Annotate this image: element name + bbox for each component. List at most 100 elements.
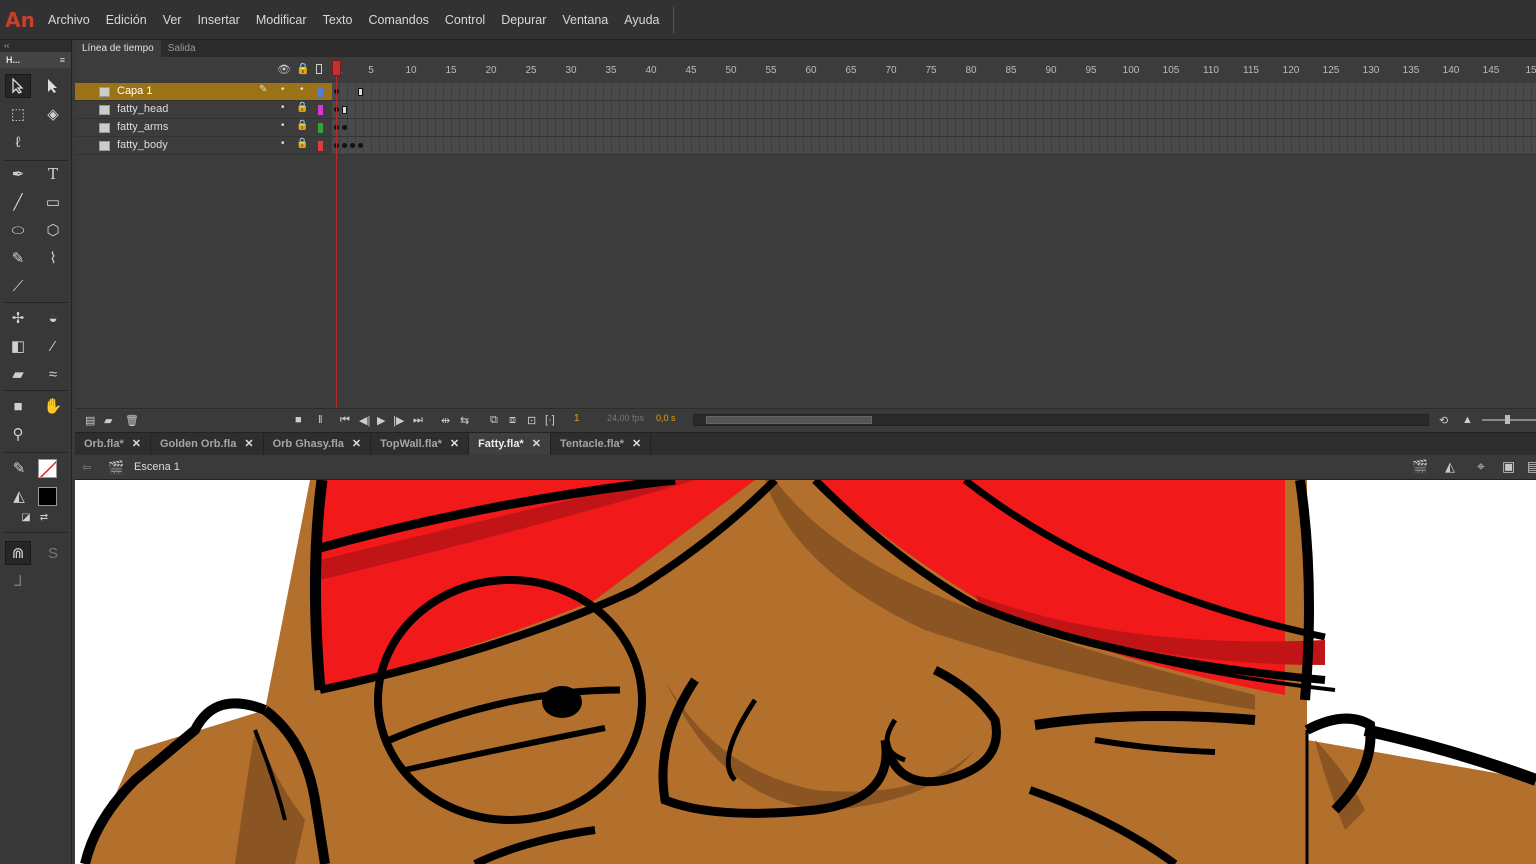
visibility-dot-icon[interactable]: • — [281, 84, 285, 95]
layer-row[interactable]: Capa 1 ✎ • • — [75, 83, 1536, 101]
layer-lock-icon[interactable]: 🔒 — [296, 102, 308, 113]
3d-rotation-tool-icon[interactable]: ◈ — [40, 102, 66, 126]
sync-icon[interactable]: ⟲ — [1439, 414, 1448, 427]
layer-frames[interactable] — [332, 101, 1536, 119]
camera-tool-icon[interactable]: ■ — [5, 394, 31, 418]
brush-tool-icon[interactable]: ⌇ — [40, 246, 66, 270]
snap-magnet-icon[interactable]: ⋒ — [5, 541, 31, 565]
step-forward-icon[interactable]: |▶ — [393, 414, 404, 427]
layer-name[interactable]: fatty_head — [117, 103, 168, 115]
modify-markers-icon[interactable]: [·] — [545, 414, 555, 426]
play-icon[interactable]: ▶ — [377, 414, 385, 427]
keyframe[interactable] — [342, 125, 347, 130]
fill-color-swatch[interactable] — [38, 487, 57, 506]
clip-content-icon[interactable]: ▣ — [1502, 458, 1515, 475]
visibility-dot-icon[interactable]: • — [281, 120, 285, 131]
zoom-small-icon[interactable]: ▲ — [1462, 414, 1473, 426]
document-tab[interactable]: Golden Orb.fla ✕ — [151, 433, 264, 455]
layer-color-swatch[interactable] — [318, 87, 323, 97]
onion-outline-icon[interactable]: ⧈ — [509, 414, 516, 427]
pen-tool-icon[interactable]: ✒ — [5, 162, 31, 186]
pencil-tool-icon[interactable]: ✎ — [5, 246, 31, 270]
menu-ver[interactable]: Ver — [155, 0, 190, 40]
keyframe[interactable] — [342, 143, 347, 148]
zoom-tool-icon[interactable]: ⚲ — [5, 422, 31, 446]
menu-ventana[interactable]: Ventana — [554, 0, 616, 40]
last-frame-icon[interactable]: ⏭ — [413, 414, 423, 427]
eye-icon[interactable]: 👁 — [277, 63, 291, 76]
subselection-tool-icon[interactable] — [40, 74, 66, 98]
straighten-icon[interactable]: ᒧ — [5, 569, 31, 593]
layer-lock-icon[interactable]: 🔒 — [296, 120, 308, 131]
close-icon[interactable]: ✕ — [632, 433, 641, 455]
close-icon[interactable]: ✕ — [352, 433, 361, 455]
swap-colors-icon[interactable]: ⇄ — [36, 510, 52, 524]
keyframe[interactable] — [350, 143, 355, 148]
center-frame-icon[interactable]: ⇹ — [441, 414, 450, 427]
current-frame[interactable]: 1 — [574, 413, 580, 424]
loop-icon[interactable]: ⇆ — [460, 414, 469, 427]
zoom-slider-thumb[interactable] — [1505, 415, 1510, 424]
lock-icon[interactable]: 🔒 — [296, 62, 310, 75]
visibility-dot-icon[interactable]: • — [281, 102, 285, 113]
close-icon[interactable]: ✕ — [244, 433, 253, 455]
onion-skin-icon[interactable]: ⧉ — [490, 414, 498, 427]
smooth-icon[interactable]: S — [40, 541, 66, 565]
line-tool-icon[interactable]: ╱ — [5, 190, 31, 214]
oval-tool-icon[interactable]: ⬭ — [5, 218, 31, 242]
document-tab[interactable]: Fatty.fla* ✕ — [469, 433, 551, 455]
close-icon[interactable]: ✕ — [450, 433, 459, 455]
step-back-icon[interactable]: ◀| — [359, 414, 370, 427]
panel-menu-icon[interactable]: ≡ — [60, 55, 65, 65]
camera-icon[interactable]: ■ — [295, 414, 302, 426]
center-stage-icon[interactable]: ⌖ — [1477, 458, 1485, 475]
tab-salida[interactable]: Salida — [161, 40, 203, 57]
layer-frames[interactable] — [332, 83, 1536, 101]
eraser-tool-icon[interactable]: ▰ — [5, 362, 31, 386]
scene-name[interactable]: Escena 1 — [134, 461, 180, 473]
width-tool-icon[interactable]: ≈ — [40, 362, 66, 386]
layer-header[interactable]: fatty_head • 🔒 — [75, 101, 332, 119]
layer-color-swatch[interactable] — [318, 105, 323, 115]
back-arrow-icon[interactable]: ⇦ — [82, 461, 91, 474]
menu-depurar[interactable]: Depurar — [493, 0, 554, 40]
tab-linea-de-tiempo[interactable]: Línea de tiempo — [75, 40, 161, 57]
layer-parenting-icon[interactable]: ‖ — [318, 414, 323, 426]
layer-name[interactable]: fatty_body — [117, 139, 168, 151]
layer-name[interactable]: Capa 1 — [117, 85, 152, 97]
end-frame[interactable] — [358, 88, 363, 96]
paint-brush-tool-icon[interactable]: ⟋ — [5, 274, 31, 298]
close-icon[interactable]: ✕ — [132, 433, 141, 455]
outline-icon[interactable] — [316, 64, 322, 74]
delete-layer-icon[interactable]: 🗑 — [125, 414, 139, 427]
layer-color-swatch[interactable] — [318, 123, 323, 133]
selection-tool-icon[interactable] — [5, 74, 31, 98]
stroke-color-swatch[interactable] — [38, 459, 57, 478]
free-transform-tool-icon[interactable]: ⬚ — [5, 102, 31, 126]
visibility-dot-icon[interactable]: • — [281, 138, 285, 149]
lasso-tool-icon[interactable]: ℓ — [5, 130, 31, 154]
edit-scene-icon[interactable]: 🎬 — [1412, 459, 1428, 475]
layer-frames[interactable] — [332, 137, 1536, 155]
bone-tool-icon[interactable]: ✢ — [5, 306, 31, 330]
frame-rate[interactable]: 24,00 fps — [607, 413, 644, 423]
layer-row[interactable]: fatty_arms • 🔒 — [75, 119, 1536, 137]
scrollbar-thumb[interactable] — [706, 416, 872, 424]
default-colors-icon[interactable]: ◪ — [18, 510, 34, 524]
edit-multiple-icon[interactable]: ⊡ — [527, 414, 536, 427]
timeline-scrollbar[interactable] — [693, 414, 1429, 426]
edit-symbol-icon[interactable]: ◭ — [1445, 459, 1455, 475]
menu-edicion[interactable]: Edición — [98, 0, 155, 40]
visibility-dot-icon[interactable]: • — [300, 84, 304, 95]
polystar-tool-icon[interactable]: ⬡ — [40, 218, 66, 242]
close-icon[interactable]: ✕ — [532, 433, 541, 455]
layer-color-swatch[interactable] — [318, 141, 323, 151]
end-frame[interactable] — [342, 106, 347, 114]
layer-name[interactable]: fatty_arms — [117, 121, 168, 133]
new-layer-icon[interactable]: ▤ — [85, 414, 95, 427]
text-tool-icon[interactable]: T — [40, 162, 66, 186]
menu-archivo[interactable]: Archivo — [40, 0, 98, 40]
document-tab[interactable]: Orb.fla* ✕ — [75, 433, 151, 455]
menu-modificar[interactable]: Modificar — [248, 0, 315, 40]
frame-ruler[interactable]: 15 10 15 20 25 30 35 40 45 50 55 60 65 70 75 80 85 90 95 10… — [332, 57, 1536, 83]
